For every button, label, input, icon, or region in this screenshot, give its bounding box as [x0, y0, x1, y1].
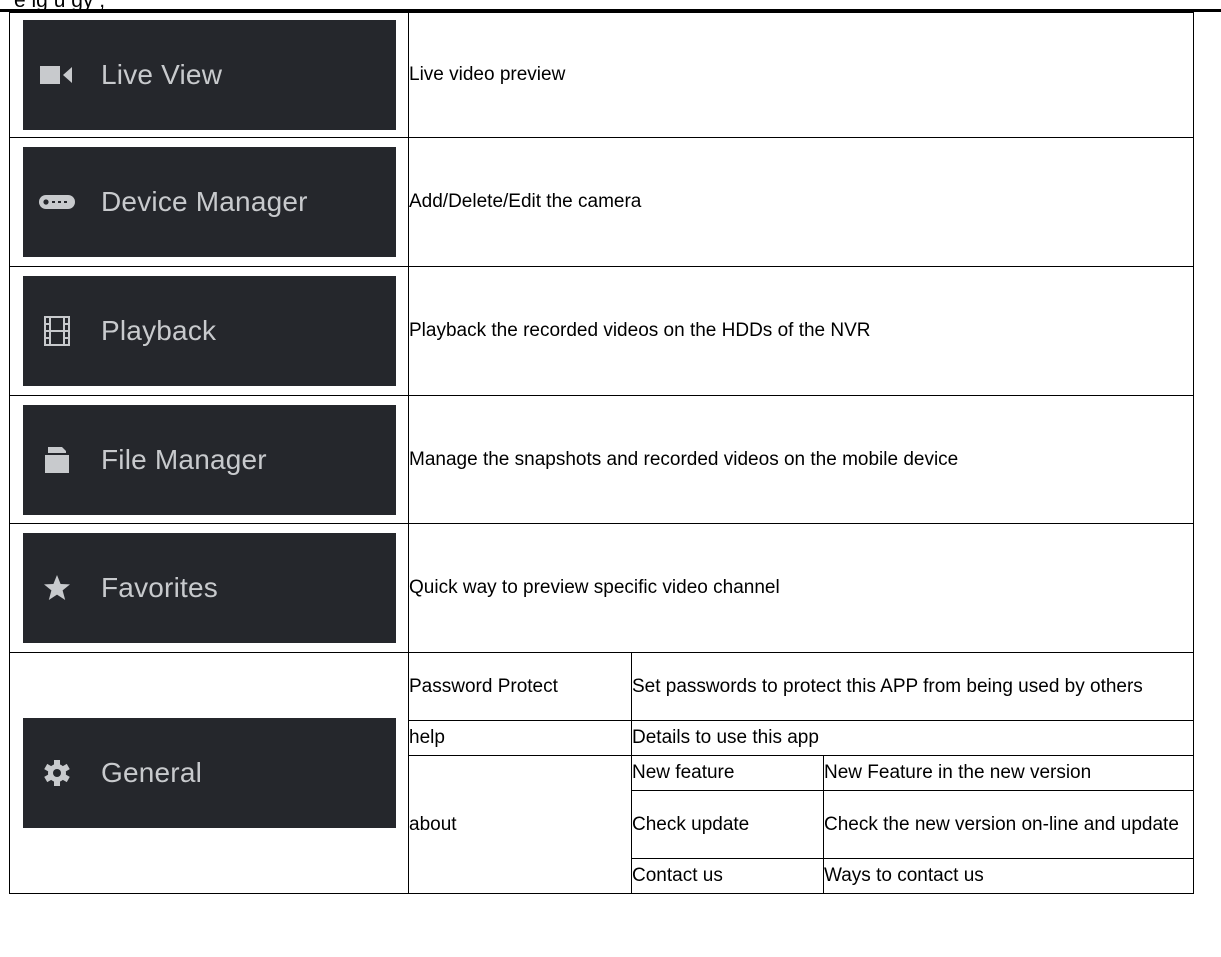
- table-row: Favorites Quick way to preview specific …: [9, 523, 1194, 653]
- device-manager-button[interactable]: Device Manager: [23, 147, 396, 257]
- device-manager-label: Device Manager: [101, 186, 308, 217]
- playback-label: Playback: [101, 315, 217, 346]
- new-feature-label: New feature: [631, 755, 824, 791]
- live-view-label: Live View: [101, 59, 223, 90]
- help-description: Details to use this app: [631, 720, 1194, 756]
- live-view-button[interactable]: Live View: [23, 20, 396, 130]
- gear-icon: [39, 755, 75, 791]
- check-update-description: Check the new version on-line and update: [823, 790, 1194, 859]
- star-icon: [39, 570, 75, 606]
- folder-icon: [39, 442, 75, 478]
- favorites-description: Quick way to preview specific video chan…: [408, 523, 1194, 653]
- film-icon: [39, 313, 75, 349]
- table-row: File Manager Manage the snapshots and re…: [9, 395, 1194, 524]
- table-row: Device Manager Add/Delete/Edit the camer…: [9, 137, 1194, 267]
- video-camera-icon: [39, 57, 75, 93]
- file-manager-label: File Manager: [101, 443, 267, 475]
- about-label: about: [408, 755, 632, 894]
- favorites-label: Favorites: [101, 572, 218, 603]
- contact-us-label: Contact us: [631, 858, 824, 894]
- general-label: General: [101, 757, 203, 788]
- table-row: Live View Live video preview: [9, 12, 1194, 138]
- table-row: Playback Playback the recorded videos on…: [9, 266, 1194, 396]
- help-label: help: [408, 720, 632, 756]
- file-manager-button[interactable]: File Manager: [23, 404, 396, 515]
- new-feature-description: New Feature in the new version: [823, 755, 1194, 791]
- playback-button[interactable]: Playback: [23, 276, 396, 386]
- favorites-button[interactable]: Favorites: [23, 533, 396, 643]
- check-update-label: Check update: [631, 790, 824, 859]
- device-manager-description: Add/Delete/Edit the camera: [408, 137, 1194, 267]
- live-view-description: Live video preview: [408, 12, 1194, 138]
- table-row: General Password Protect Set passwords t…: [9, 652, 1194, 894]
- contact-us-description: Ways to contact us: [823, 858, 1194, 894]
- password-protect-label: Password Protect: [408, 652, 632, 721]
- menu-function-table: Live View Live video preview Device Mana…: [9, 12, 1194, 894]
- device-icon: [39, 184, 75, 220]
- file-manager-description: Manage the snapshots and recorded videos…: [408, 395, 1194, 524]
- general-button[interactable]: General: [23, 718, 396, 828]
- password-protect-description: Set passwords to protect this APP from b…: [631, 652, 1194, 721]
- playback-description: Playback the recorded videos on the HDDs…: [408, 266, 1194, 396]
